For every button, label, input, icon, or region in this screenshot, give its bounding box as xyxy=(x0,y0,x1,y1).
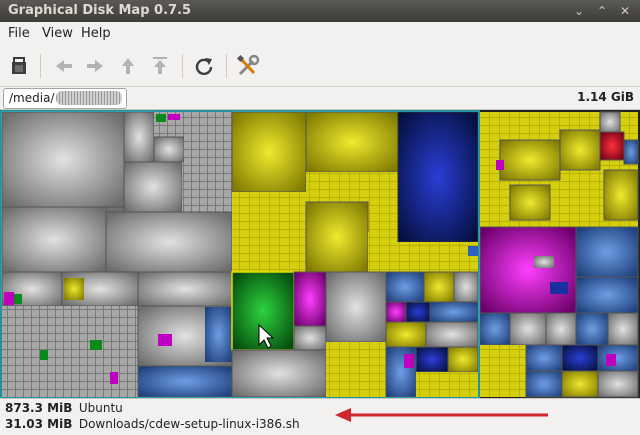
menu-bar: File View Help xyxy=(0,22,640,46)
treemap-canvas[interactable] xyxy=(0,110,640,399)
toolbar-separator xyxy=(40,54,41,78)
window-title: Graphical Disk Map 0.7.5 xyxy=(8,3,192,18)
back-icon xyxy=(56,60,72,72)
open-folder-button[interactable] xyxy=(5,52,33,80)
refresh-icon xyxy=(195,58,213,76)
title-bar: Graphical Disk Map 0.7.5 ⌄ ⌃ ✕ xyxy=(0,0,640,22)
status-name-1: Ubuntu xyxy=(78,401,123,415)
red-arrow-annotation xyxy=(335,408,548,422)
status-bar: 873.3 MiB Ubuntu 31.03 MiB Downloads/cde… xyxy=(0,398,640,435)
status-line-selected: 873.3 MiB Ubuntu xyxy=(5,401,123,415)
open-folder-icon xyxy=(12,57,26,74)
status-name-2: Downloads/cdew-setup-linux-i386.sh xyxy=(78,417,300,431)
settings-icon xyxy=(236,54,260,76)
refresh-button[interactable] xyxy=(190,52,218,80)
forward-button[interactable] xyxy=(81,52,109,80)
toolbar xyxy=(0,46,640,87)
top-button[interactable] xyxy=(146,52,174,80)
close-button[interactable]: ✕ xyxy=(617,3,633,19)
forward-icon xyxy=(87,60,103,72)
status-size-2: 31.03 MiB xyxy=(5,417,73,431)
status-line-hover: 31.03 MiB Downloads/cdew-setup-linux-i38… xyxy=(5,417,300,431)
left-directory-block[interactable] xyxy=(1,111,479,398)
path-breadcrumb-button[interactable]: /media/ xyxy=(3,88,127,109)
menu-file[interactable]: File xyxy=(8,26,30,41)
disk-map[interactable] xyxy=(0,109,640,399)
toolbar-separator xyxy=(182,54,183,78)
path-bar: /media/ 1.14 GiB xyxy=(0,87,640,109)
maximize-button[interactable]: ⌃ xyxy=(594,3,610,19)
total-size-label: 1.14 GiB xyxy=(577,90,634,104)
app-window: Graphical Disk Map 0.7.5 ⌄ ⌃ ✕ File View… xyxy=(0,0,640,435)
up-button[interactable] xyxy=(114,52,142,80)
top-icon xyxy=(153,57,167,74)
menu-view[interactable]: View xyxy=(42,26,73,41)
right-directory-block[interactable] xyxy=(479,111,639,398)
minimize-button[interactable]: ⌄ xyxy=(571,3,587,19)
path-redacted xyxy=(56,91,122,105)
status-size-1: 873.3 MiB xyxy=(5,401,73,415)
path-prefix: /media/ xyxy=(9,91,55,105)
toolbar-separator xyxy=(226,54,227,78)
menu-help[interactable]: Help xyxy=(81,26,111,41)
back-button[interactable] xyxy=(50,52,78,80)
up-icon xyxy=(122,58,134,74)
settings-button[interactable] xyxy=(234,52,262,80)
